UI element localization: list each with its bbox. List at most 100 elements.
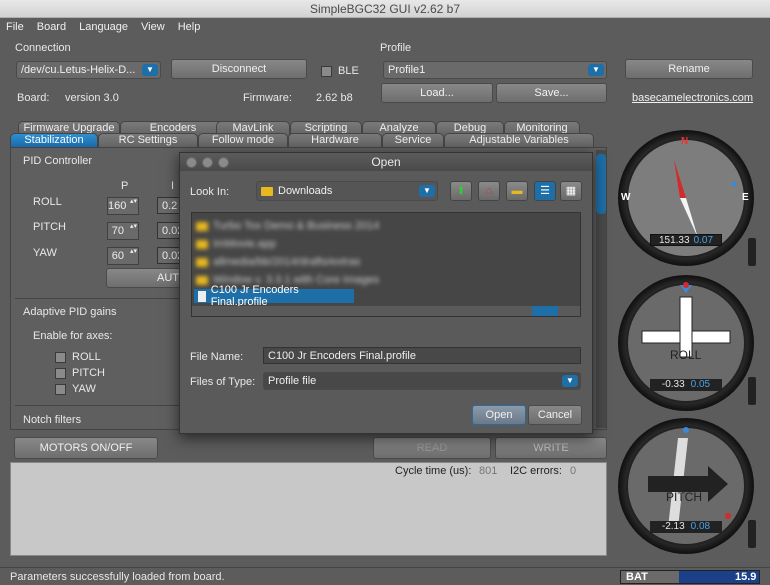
website-link[interactable]: basecamelectronics.com — [632, 92, 753, 104]
adaptive-title: Adaptive PID gains — [23, 306, 117, 318]
home-icon[interactable]: ⌂ — [478, 181, 500, 201]
look-in-select[interactable]: Downloads ▼ — [256, 181, 438, 201]
pitch-p-spinner[interactable]: 70 — [107, 222, 139, 240]
folder-icon — [196, 221, 208, 231]
menu-language[interactable]: Language — [79, 21, 128, 33]
folder-icon — [261, 186, 273, 196]
file-type-value: Profile file — [268, 375, 317, 387]
menu-help[interactable]: Help — [178, 21, 201, 33]
tab-follow-mode[interactable]: Follow mode — [198, 133, 288, 147]
pid-axis-yaw: YAW — [33, 247, 57, 259]
close-button[interactable] — [186, 157, 197, 168]
file-name: allmedia/bb/2014/drafts/extras — [213, 256, 361, 268]
pitch-gauge: PITCH -2.13 0.08 — [618, 418, 754, 554]
dialog-title: Open — [371, 155, 401, 169]
dialog-titlebar: Open — [180, 153, 592, 171]
cycle-time-label: Cycle time (us): — [395, 465, 472, 477]
list-item[interactable]: Turbo Tox Demo & Business 2014 — [196, 219, 379, 233]
save-button[interactable]: Save... — [496, 83, 607, 103]
write-button[interactable]: WRITE — [495, 437, 607, 459]
chevron-down-icon: ▼ — [562, 375, 578, 387]
tab-service[interactable]: Service — [382, 133, 444, 147]
pitch-adaptive-checkbox[interactable] — [55, 367, 66, 379]
roll-i-field[interactable]: 0.2 — [157, 197, 181, 214]
board-version: version 3.0 — [65, 92, 119, 104]
menu-board[interactable]: Board — [37, 21, 66, 33]
tab-rc-settings[interactable]: RC Settings — [98, 133, 198, 147]
open-dialog: Open Look In: Downloads ▼ ⬆ ⌂ ▬ ☰ ▦ Turbo… — [179, 152, 593, 434]
ble-checkbox[interactable] — [321, 65, 332, 77]
minimize-button[interactable] — [202, 157, 213, 168]
open-button[interactable]: Open — [472, 405, 526, 425]
tab-hardware[interactable]: Hardware — [288, 133, 382, 147]
cancel-button[interactable]: Cancel — [528, 405, 582, 425]
rename-button[interactable]: Rename — [625, 59, 753, 79]
firmware-label: Firmware: — [243, 92, 292, 104]
roll-p-spinner[interactable]: 160 — [107, 197, 139, 215]
read-button[interactable]: READ — [373, 437, 491, 459]
pitch-adaptive-label: PITCH — [72, 367, 105, 379]
cycle-time-value: 801 — [479, 465, 498, 477]
horizontal-scrollbar[interactable] — [192, 306, 580, 316]
file-name: C100 Jr Encoders Final.profile — [210, 284, 299, 308]
file-name-input[interactable]: C100 Jr Encoders Final.profile — [263, 347, 581, 364]
i2c-errors-label: I2C errors: — [510, 465, 562, 477]
yaw-readout: 151.33 0.07 — [650, 234, 722, 246]
details-view-icon[interactable]: ▦ — [560, 181, 582, 201]
list-item-selected[interactable]: C100 Jr Encoders Final.profile — [194, 284, 354, 308]
profile-select[interactable]: Profile1 ▼ — [383, 61, 607, 79]
motors-toggle-button[interactable]: MOTORS ON/OFF — [14, 437, 158, 459]
file-type-select[interactable]: Profile file ▼ — [263, 372, 581, 390]
new-folder-icon[interactable]: ▬ — [506, 181, 528, 201]
panel-scrollbar[interactable] — [596, 150, 606, 428]
folder-icon — [196, 257, 208, 267]
file-type-label: Files of Type: — [190, 376, 256, 388]
pitch-readout: -2.13 0.08 — [650, 521, 722, 533]
list-item[interactable]: ImMovie.app — [196, 237, 276, 251]
roll-rate: 0.05 — [690, 379, 711, 390]
pitch-rate: 0.08 — [690, 521, 711, 532]
menu-bar: File Board Language View Help — [0, 18, 770, 36]
yaw-i-field[interactable]: 0.02 — [157, 247, 183, 264]
board-label: Board: — [17, 92, 50, 104]
look-in-label: Look In: — [190, 186, 230, 198]
pid-axis-roll: ROLL — [33, 196, 62, 208]
zoom-button[interactable] — [218, 157, 229, 168]
roll-adaptive-checkbox[interactable] — [55, 351, 66, 363]
scrollbar-thumb[interactable] — [596, 154, 606, 214]
disconnect-button[interactable]: Disconnect — [171, 59, 307, 79]
up-folder-icon[interactable]: ⬆ — [450, 181, 472, 201]
yaw-gauge: N W E 151.33 0.07 — [618, 130, 754, 266]
file-name: ImMovie.app — [213, 238, 276, 250]
pitch-angle: -2.13 — [661, 521, 685, 532]
tab-adjustable-variables[interactable]: Adjustable Variables — [444, 133, 594, 147]
ble-label: BLE — [338, 65, 359, 77]
auto-tune-button[interactable]: AUT — [106, 268, 182, 288]
tab-stabilization[interactable]: Stabilization — [10, 133, 98, 147]
file-name: Turbo Tox Demo & Business 2014 — [213, 220, 380, 232]
list-item[interactable]: allmedia/bb/2014/drafts/extras — [196, 255, 360, 269]
file-icon — [198, 290, 206, 302]
yaw-adaptive-label: YAW — [72, 383, 96, 395]
scrollbar-thumb[interactable] — [532, 306, 558, 316]
menu-view[interactable]: View — [141, 21, 165, 33]
pitch-i-field[interactable]: 0.02 — [157, 222, 183, 239]
load-button[interactable]: Load... — [381, 83, 493, 103]
battery-label: BAT — [626, 571, 648, 583]
look-in-value: Downloads — [278, 185, 333, 197]
pid-col-i: I — [171, 180, 175, 192]
folder-icon — [196, 275, 208, 285]
pitch-attitude-icon — [648, 427, 731, 528]
chevron-down-icon: ▼ — [142, 64, 158, 76]
roll-gauge: ROLL -0.33 0.05 — [618, 275, 754, 411]
pitch-indicator — [748, 520, 756, 548]
yaw-adaptive-checkbox[interactable] — [55, 383, 66, 395]
menu-file[interactable]: File — [6, 21, 24, 33]
pitch-label: PITCH — [666, 490, 702, 504]
status-message: Parameters successfully loaded from boar… — [10, 571, 225, 583]
folder-icon — [196, 239, 208, 249]
port-select[interactable]: /dev/cu.Letus-Helix-D... ▼ — [16, 61, 161, 79]
chevron-down-icon: ▼ — [419, 185, 435, 197]
yaw-p-spinner[interactable]: 60 — [107, 247, 139, 265]
list-view-icon[interactable]: ☰ — [534, 181, 556, 201]
